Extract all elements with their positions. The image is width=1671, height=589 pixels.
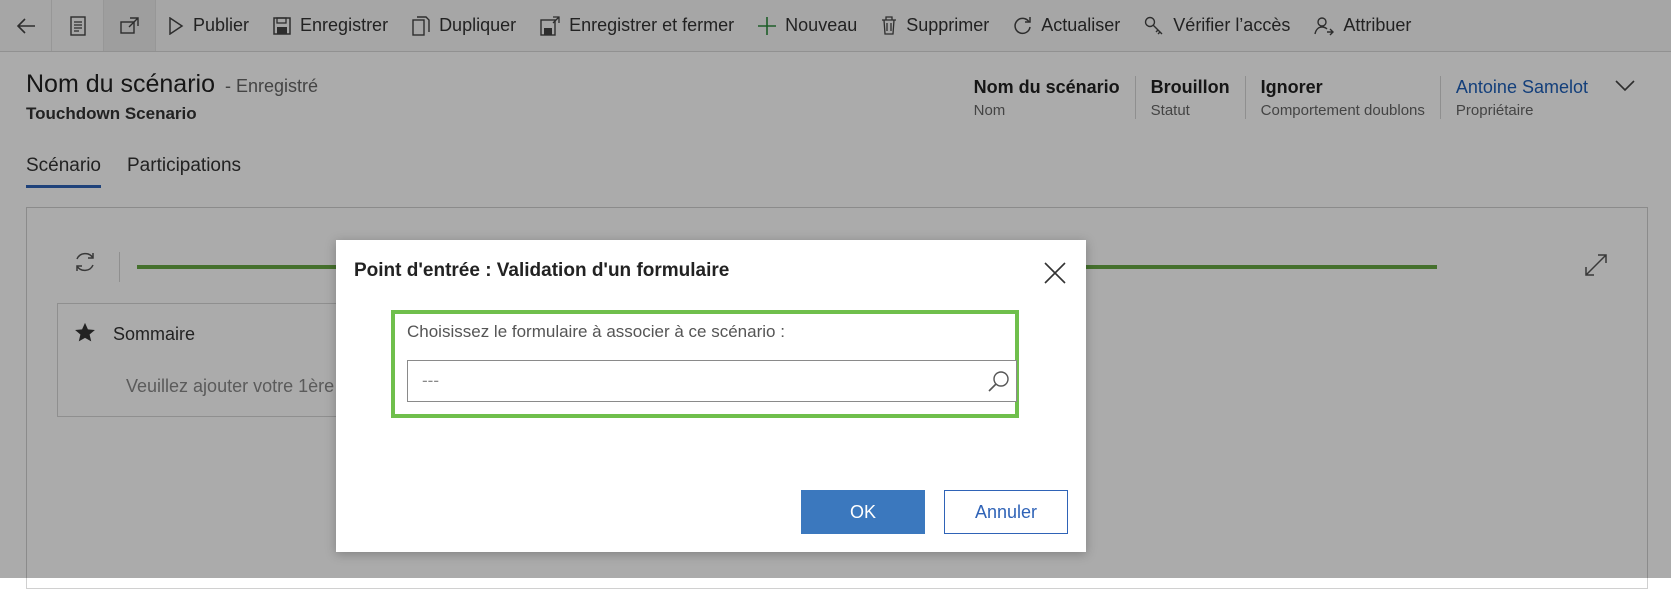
- dialog-title: Point d'entrée : Validation d'un formula…: [354, 260, 730, 281]
- search-icon[interactable]: [988, 370, 1010, 392]
- cancel-button[interactable]: Annuler: [944, 490, 1068, 534]
- form-field-highlight: Choisissez le formulaire à associer à ce…: [391, 310, 1019, 418]
- close-button[interactable]: [1042, 260, 1068, 286]
- close-icon: [1044, 262, 1066, 284]
- form-field-label: Choisissez le formulaire à associer à ce…: [407, 322, 785, 341]
- entry-point-dialog: Point d'entrée : Validation d'un formula…: [336, 240, 1086, 552]
- form-lookup-input[interactable]: [408, 361, 968, 401]
- form-lookup[interactable]: [407, 360, 1017, 402]
- ok-button[interactable]: OK: [801, 490, 925, 534]
